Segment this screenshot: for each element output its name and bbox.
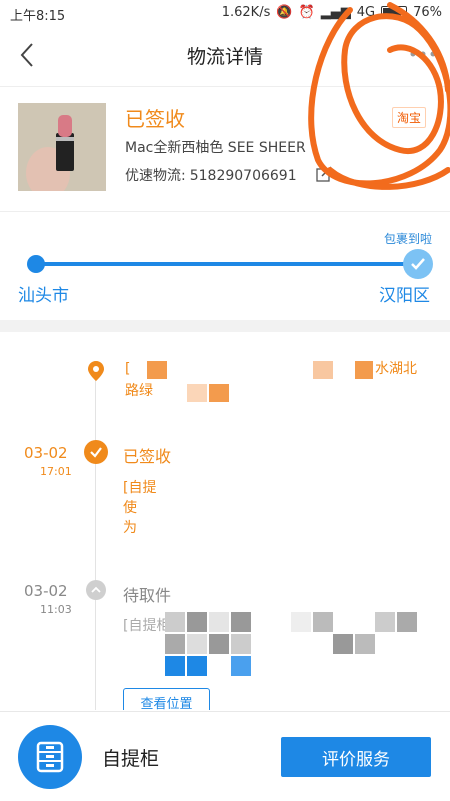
network-type: 4G <box>356 5 376 20</box>
redacted-content <box>165 612 425 676</box>
tracking-number: 518290706691 <box>189 168 297 184</box>
location-pin-icon <box>88 361 104 381</box>
more-icon[interactable] <box>408 42 438 66</box>
signed-status-dot <box>84 440 108 464</box>
redaction-block <box>187 384 207 402</box>
address-line1-start: [ <box>125 361 131 377</box>
view-location-button[interactable]: 查看位置 <box>123 688 210 710</box>
mute-icon: 🔕 <box>276 5 293 20</box>
product-image[interactable] <box>18 103 106 191</box>
route-origin: 汕头市 <box>18 286 69 306</box>
status-time: 上午8:15 <box>10 9 66 24</box>
address-line1-end: 水湖北 <box>375 361 417 377</box>
route-start-dot <box>27 255 45 273</box>
event-desc-line: [自提 <box>123 480 157 496</box>
redaction-block <box>313 361 333 379</box>
event-title: 已签收 <box>123 447 172 466</box>
event-desc-line: 使 <box>123 500 137 516</box>
redaction-block <box>355 361 373 379</box>
section-divider <box>0 320 450 332</box>
redaction-block <box>209 384 229 402</box>
event-title: 待取件 <box>123 586 172 605</box>
delivery-status: 已签收 <box>125 107 185 131</box>
status-indicators: 1.62K/s 🔕 ⏰ ▂▄▆ 4G 76% <box>222 5 442 20</box>
page-title: 物流详情 <box>186 46 263 68</box>
checkmark-icon <box>90 447 102 458</box>
route-progress: 包裹到啦 汕头市 汉阳区 <box>0 212 450 320</box>
pending-status-dot <box>86 580 106 600</box>
route-note: 包裹到啦 <box>383 232 432 246</box>
event-desc-line: 为 <box>123 520 137 536</box>
bottom-bar: 自提柜 评价服务 <box>0 711 450 801</box>
address-line2: 路绿 <box>125 383 153 399</box>
redaction-block <box>147 361 167 379</box>
product-card[interactable]: 已签收 Mac全新西柚色 SEE SHEER 优速物流: 518290706691… <box>0 87 450 212</box>
nav-header: 物流详情 <box>0 26 450 87</box>
battery-percent: 76% <box>413 5 442 20</box>
locker-icon[interactable] <box>18 725 82 789</box>
delivery-address: [ 水湖北 路绿 <box>125 358 425 402</box>
event-time: 17:01 <box>40 465 72 478</box>
network-speed: 1.62K/s <box>221 5 271 20</box>
locker-label: 自提柜 <box>102 748 160 770</box>
signal-icon: ▂▄▆ <box>320 5 351 20</box>
rate-service-button[interactable]: 评价服务 <box>281 737 431 777</box>
chevron-up-icon <box>91 586 101 593</box>
timeline-line <box>95 377 96 710</box>
platform-badge: 淘宝 <box>392 107 427 128</box>
route-destination: 汉阳区 <box>379 286 430 306</box>
checkmark-icon <box>411 258 425 270</box>
route-end-marker <box>403 249 433 279</box>
product-name: Mac全新西柚色 SEE SHEER <box>125 140 306 156</box>
carrier-label: 优速物流: <box>125 168 186 184</box>
tracking-timeline: [ 水湖北 路绿 03-02 17:01 已签收 [自提 使 为 03-02 1… <box>0 332 450 710</box>
alarm-icon: ⏰ <box>298 5 315 20</box>
event-date: 03-02 <box>24 444 68 462</box>
route-line <box>36 262 418 266</box>
event-date: 03-02 <box>24 582 68 600</box>
battery-icon <box>381 6 408 19</box>
event-time: 11:03 <box>40 603 72 616</box>
status-bar: 上午8:15 1.62K/s 🔕 ⏰ ▂▄▆ 4G 76% <box>0 0 450 26</box>
edit-icon[interactable] <box>316 166 332 182</box>
tracking-info: 优速物流: 518290706691 <box>125 165 297 185</box>
event-description: [自提 使 为 <box>123 478 423 538</box>
